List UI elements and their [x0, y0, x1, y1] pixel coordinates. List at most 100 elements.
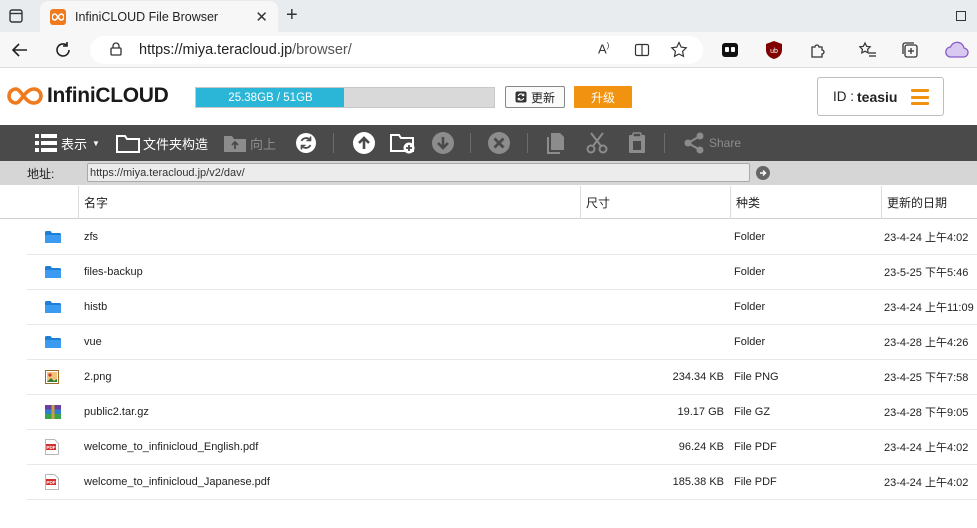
path-row: 地址: https://miya.teracloud.jp/v2/dav/	[0, 161, 977, 185]
svg-text:PDF: PDF	[46, 445, 55, 450]
new-folder-icon	[390, 134, 415, 154]
file-list: zfs Folder 23-4-24 上午4:02 files-backup F…	[0, 220, 977, 500]
file-type: Folder	[734, 301, 766, 313]
copy-button[interactable]	[546, 125, 568, 161]
table-row[interactable]: histb Folder 23-4-24 上午11:09	[27, 290, 977, 325]
browser-tab[interactable]: InfiniCLOUD File Browser ✕	[40, 1, 278, 32]
file-name[interactable]: zfs	[84, 220, 98, 254]
file-name[interactable]: public2.tar.gz	[84, 395, 149, 429]
image-file-icon	[45, 360, 63, 394]
url-path: /browser/	[292, 42, 352, 58]
back-icon[interactable]	[8, 38, 32, 62]
table-row[interactable]: public2.tar.gz 19.17 GB File GZ 23-4-28 …	[27, 395, 977, 430]
column-header-date[interactable]: 更新的日期	[881, 186, 977, 219]
file-date: 23-4-28 上午4:26	[884, 337, 969, 349]
folder-icon	[45, 325, 63, 359]
restore-window-icon[interactable]	[938, 0, 977, 32]
view-mode-button[interactable]: 表示 ▼	[35, 125, 100, 161]
new-folder-button[interactable]	[390, 125, 416, 161]
folder-structure-label: 文件夹构造	[143, 136, 209, 152]
file-type: File GZ	[734, 406, 771, 418]
delete-button[interactable]	[487, 125, 511, 161]
column-header-type[interactable]: 种类	[730, 186, 881, 219]
file-size: 96.24 KB	[678, 441, 724, 453]
file-name[interactable]: welcome_to_infinicloud_Japanese.pdf	[84, 465, 270, 499]
delete-icon	[488, 132, 510, 154]
scissors-icon	[586, 132, 608, 154]
file-size	[587, 290, 724, 324]
folder-up-icon	[224, 136, 246, 152]
go-arrow-icon[interactable]	[756, 166, 770, 180]
lock-icon[interactable]	[110, 42, 122, 61]
url-bar[interactable]: https://miya.teracloud.jp/browser/ A)	[90, 36, 703, 64]
table-row[interactable]: 2.png 234.34 KB File PNG 23-4-25 下午7:58	[27, 360, 977, 395]
column-header-size[interactable]: 尺寸	[580, 186, 730, 219]
view-mode-label: 表示	[61, 136, 88, 152]
reader-view-icon[interactable]	[634, 42, 650, 63]
share-icon	[684, 132, 704, 154]
archive-file-icon	[45, 395, 63, 429]
table-row[interactable]: PDF welcome_to_infinicloud_Japanese.pdf …	[27, 465, 977, 500]
table-row[interactable]: PDF welcome_to_infinicloud_English.pdf 9…	[27, 430, 977, 465]
browser-tab-strip: InfiniCLOUD File Browser ✕ +	[0, 0, 977, 32]
favorites-list-icon[interactable]	[858, 40, 878, 60]
list-view-icon	[35, 134, 57, 152]
up-level-button[interactable]: 向上	[223, 125, 276, 161]
folder-structure-button[interactable]: 文件夹构造	[116, 125, 208, 161]
file-size: 234.34 KB	[672, 371, 724, 383]
toolbar-divider	[664, 133, 665, 153]
cut-button[interactable]	[586, 125, 608, 161]
svg-text:ub: ub	[770, 48, 778, 55]
file-name[interactable]: welcome_to_infinicloud_English.pdf	[84, 430, 258, 464]
file-name[interactable]: vue	[84, 325, 102, 359]
profile-cloud-icon[interactable]	[944, 40, 970, 60]
close-tab-icon[interactable]: ✕	[255, 8, 268, 26]
logo-text: InfiniCLOUD	[47, 84, 169, 107]
ublock-icon[interactable]: ub	[764, 40, 784, 60]
menu-hamburger-icon[interactable]	[911, 89, 929, 105]
infinicloud-logo[interactable]: InfiniCLOUD	[7, 84, 169, 108]
refresh-storage-button[interactable]: 更新	[505, 86, 565, 108]
table-row[interactable]: zfs Folder 23-4-24 上午4:02	[27, 220, 977, 255]
user-account-menu[interactable]: ID : teasiu	[817, 77, 944, 116]
file-date: 23-4-28 下午9:05	[884, 407, 969, 419]
share-button[interactable]: Share	[683, 125, 741, 161]
file-name[interactable]: histb	[84, 290, 107, 324]
download-button[interactable]	[431, 125, 455, 161]
svg-text:PDF: PDF	[46, 480, 55, 485]
folder-outline-icon	[116, 135, 140, 153]
share-label: Share	[709, 136, 742, 150]
file-name[interactable]: files-backup	[84, 255, 143, 289]
up-level-label: 向上	[250, 136, 277, 152]
file-type: File PDF	[734, 476, 777, 488]
column-header-name[interactable]: 名字	[78, 186, 580, 219]
tab-actions-icon[interactable]	[0, 0, 32, 32]
pdf-file-icon: PDF	[45, 465, 63, 499]
toolbar-divider	[527, 133, 528, 153]
favorite-star-icon[interactable]	[670, 41, 688, 64]
download-icon	[432, 132, 454, 154]
sync-icon	[296, 133, 316, 153]
extensions-puzzle-icon[interactable]	[808, 40, 828, 60]
upgrade-button[interactable]: 升级	[574, 86, 632, 108]
app-header: InfiniCLOUD 25.38GB / 51GB 更新 升级 ID : te…	[0, 69, 977, 125]
upload-button[interactable]	[352, 125, 376, 161]
sync-button[interactable]	[295, 125, 317, 161]
read-aloud-icon[interactable]: A)	[598, 41, 609, 56]
file-size	[587, 325, 724, 359]
table-row[interactable]: vue Folder 23-4-28 上午4:26	[27, 325, 977, 360]
file-type: File PNG	[734, 371, 779, 383]
reload-icon[interactable]	[51, 38, 75, 62]
file-date: 23-4-24 上午4:02	[884, 232, 969, 244]
paste-button[interactable]	[626, 125, 648, 161]
extension-icon[interactable]	[720, 40, 740, 60]
collections-icon[interactable]	[900, 40, 920, 60]
url-host: https://miya.teracloud.jp	[139, 42, 293, 58]
file-toolbar: 表示 ▼ 文件夹构造 向上 Share	[0, 125, 977, 161]
table-row[interactable]: files-backup Folder 23-5-25 下午5:46	[27, 255, 977, 290]
user-id-label: ID :	[833, 89, 855, 104]
new-tab-icon[interactable]: +	[286, 4, 298, 27]
folder-icon	[45, 220, 63, 254]
file-name[interactable]: 2.png	[84, 360, 112, 394]
path-input[interactable]: https://miya.teracloud.jp/v2/dav/	[87, 163, 750, 182]
